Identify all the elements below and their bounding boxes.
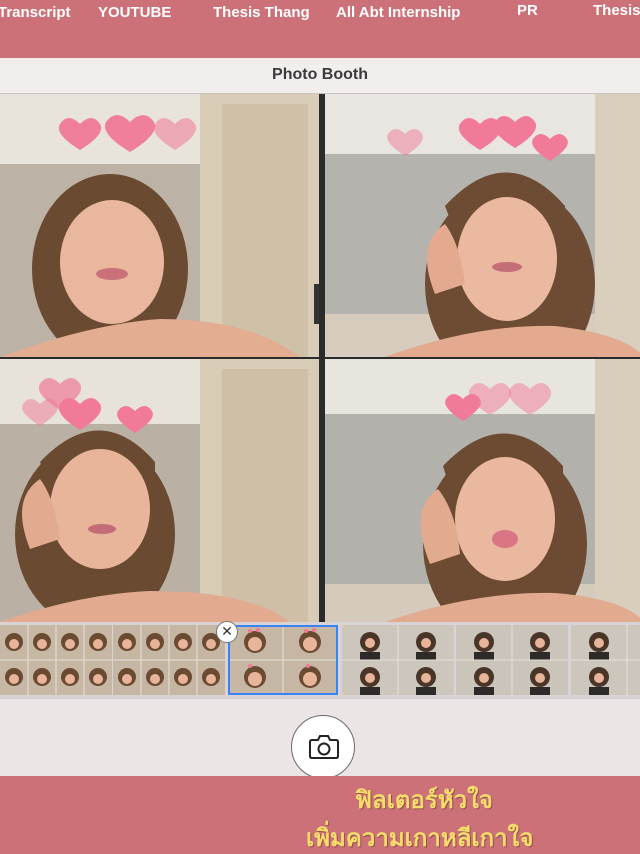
filmstrip[interactable]: ✕ [0, 621, 640, 698]
caption-line-2: เพิ่มความเกาหลีเกาใจ [306, 823, 534, 852]
thumbnail[interactable] [113, 625, 225, 695]
bookmarks-bar: Transcript YOUTUBE Thesis Thang All Abt … [0, 0, 640, 58]
bookmark-youtube[interactable]: YOUTUBE [98, 4, 171, 21]
bookmark-thesis-thang[interactable]: Thesis Thang [213, 4, 310, 21]
bookmark-pr[interactable]: PR [517, 2, 538, 19]
bookmark-transcript[interactable]: Transcript [0, 4, 71, 21]
photo-grid [0, 94, 640, 622]
camera-icon [309, 735, 339, 759]
bookmark-internship[interactable]: All Abt Internship [336, 4, 460, 21]
window-title: Photo Booth [272, 66, 368, 83]
bookmark-thesis[interactable]: Thesis [593, 2, 640, 19]
shutter-button[interactable] [291, 715, 355, 779]
caption-banner: ฟิลเตอร์หัวใจ เพิ่มความเกาหลีเกาใจ [0, 776, 640, 854]
thumbnail[interactable] [571, 625, 640, 695]
controls-bar [0, 698, 640, 779]
photo-2[interactable] [325, 94, 640, 357]
thumbnail[interactable] [342, 625, 454, 695]
photo-3[interactable] [0, 359, 319, 622]
thumbnail-selected[interactable] [228, 625, 338, 695]
thumbnail[interactable] [0, 625, 112, 695]
title-bar: Photo Booth [0, 58, 640, 94]
thumbnail[interactable] [456, 625, 568, 695]
photo-booth-window: Photo Booth ✕ [0, 58, 640, 779]
close-icon[interactable]: ✕ [216, 621, 238, 643]
photo-1[interactable] [0, 94, 319, 357]
caption-line-1: ฟิลเตอร์หัวใจ [355, 785, 493, 814]
photo-4[interactable] [325, 359, 640, 622]
